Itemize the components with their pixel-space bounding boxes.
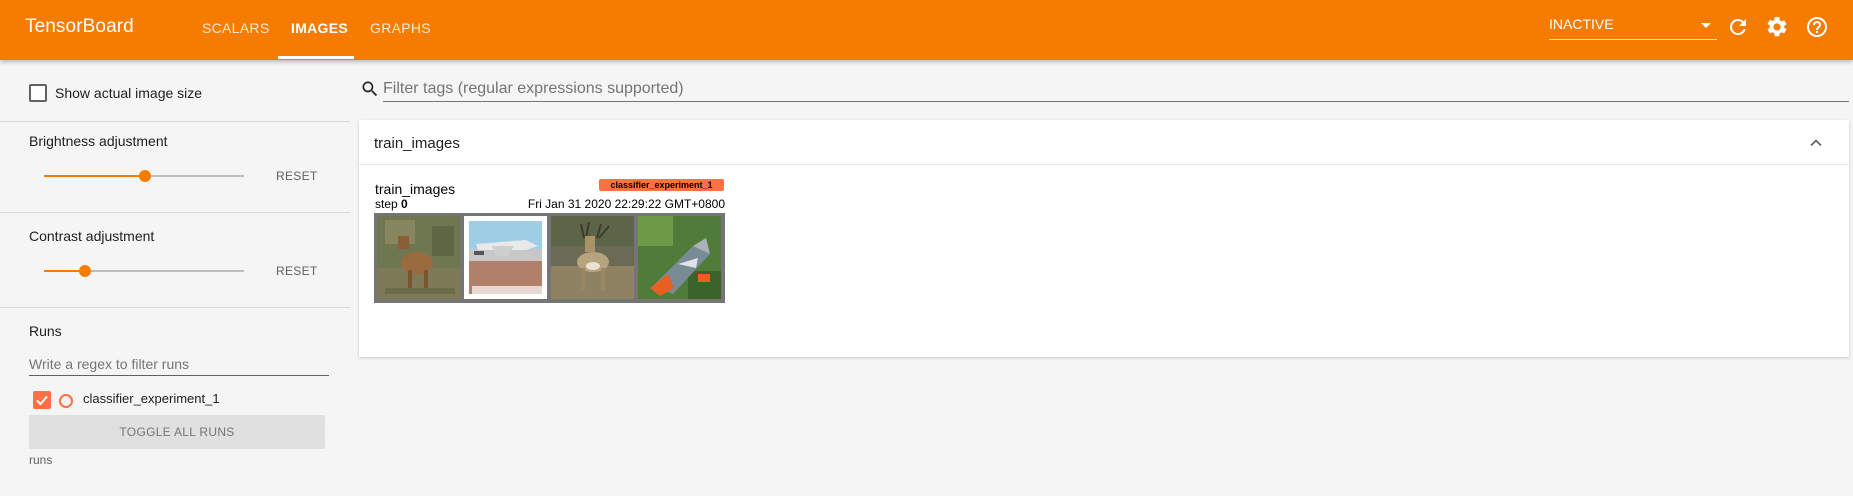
show-actual-size-label: Show actual image size bbox=[55, 85, 203, 101]
settings-gear-icon[interactable] bbox=[1765, 15, 1789, 39]
chevron-up-icon[interactable] bbox=[1806, 133, 1826, 153]
image-strip[interactable] bbox=[374, 213, 725, 303]
tab-images[interactable]: IMAGES bbox=[291, 20, 348, 36]
status-select-value: INACTIVE bbox=[1549, 16, 1614, 32]
run-checkbox[interactable] bbox=[33, 391, 51, 409]
toggle-all-runs-button[interactable]: TOGGLE ALL RUNS bbox=[29, 415, 325, 449]
runs-filter-input[interactable] bbox=[29, 352, 329, 376]
search-icon bbox=[362, 81, 378, 97]
deer-antlers-thumbnail-image bbox=[551, 216, 634, 299]
app-title: TensorBoard bbox=[25, 16, 134, 37]
brightness-label: Brightness adjustment bbox=[29, 133, 168, 149]
runs-title: Runs bbox=[29, 323, 62, 339]
run-badge: classifier_experiment_1 bbox=[599, 179, 724, 191]
show-actual-size-checkbox[interactable] bbox=[29, 84, 47, 102]
active-tab-indicator bbox=[278, 56, 354, 59]
airplane-thumbnail-image bbox=[464, 216, 547, 299]
help-icon[interactable] bbox=[1805, 15, 1829, 39]
run-name: classifier_experiment_1 bbox=[83, 391, 220, 406]
step-label: step bbox=[375, 197, 398, 211]
brightness-reset-button[interactable]: RESET bbox=[276, 169, 318, 183]
status-select[interactable]: INACTIVE bbox=[1549, 16, 1717, 40]
image-tag-title: train_images bbox=[375, 181, 456, 197]
card-title: train_images bbox=[374, 135, 460, 152]
tab-graphs[interactable]: GRAPHS bbox=[370, 20, 431, 36]
refresh-icon[interactable] bbox=[1726, 15, 1750, 39]
brightness-slider-fill bbox=[44, 175, 145, 177]
contrast-label: Contrast adjustment bbox=[29, 228, 155, 244]
brightness-slider-thumb[interactable] bbox=[139, 170, 151, 182]
tab-scalars[interactable]: SCALARS bbox=[202, 20, 269, 36]
step-value: 0 bbox=[401, 197, 408, 211]
image-size-section: Show actual image size bbox=[0, 60, 350, 122]
deer-thumbnail-image bbox=[377, 216, 460, 299]
tag-filter-input[interactable] bbox=[383, 76, 1849, 102]
run-color-circle[interactable] bbox=[59, 394, 73, 408]
brightness-section: Brightness adjustment RESET bbox=[0, 122, 350, 213]
checkmark-icon bbox=[36, 395, 48, 406]
card-header[interactable]: train_images bbox=[359, 120, 1849, 165]
bird-thumbnail-image bbox=[638, 216, 721, 299]
caret-down-icon bbox=[1701, 23, 1711, 28]
step-row: step 0 bbox=[375, 197, 408, 211]
contrast-slider-thumb[interactable] bbox=[79, 265, 91, 277]
top-bar: TensorBoard SCALARS IMAGES GRAPHS INACTI… bbox=[0, 0, 1853, 60]
contrast-reset-button[interactable]: RESET bbox=[276, 264, 318, 278]
runs-footer-text: runs bbox=[29, 453, 53, 467]
contrast-section: Contrast adjustment RESET bbox=[0, 213, 350, 308]
